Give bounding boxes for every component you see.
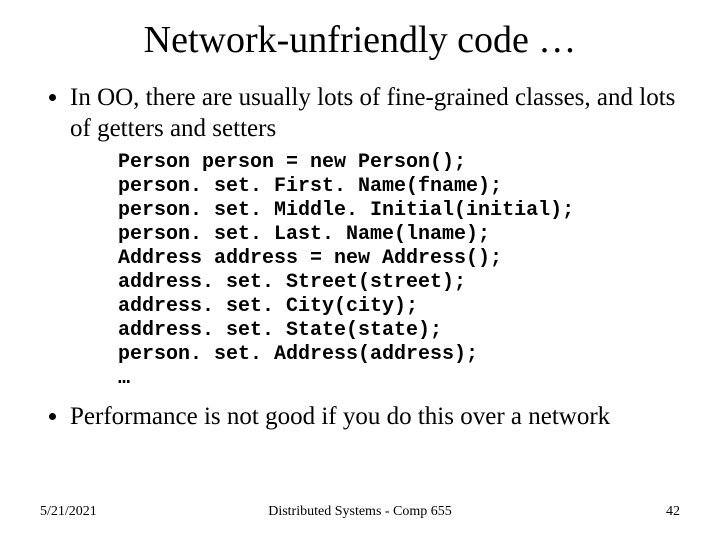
bullet-list: In OO, there are usually lots of fine-gr…: [40, 82, 680, 145]
footer-center: Distributed Systems - Comp 655: [40, 504, 680, 520]
bullet-1: In OO, there are usually lots of fine-gr…: [70, 82, 680, 145]
footer: 5/21/2021 Distributed Systems - Comp 655…: [40, 504, 680, 520]
bullet-list-2: Performance is not good if you do this o…: [40, 401, 680, 432]
bullet-2: Performance is not good if you do this o…: [70, 401, 680, 432]
slide: Network-unfriendly code … In OO, there a…: [0, 0, 720, 540]
code-block: Person person = new Person(); person. se…: [118, 151, 680, 391]
slide-title: Network-unfriendly code …: [40, 18, 680, 62]
